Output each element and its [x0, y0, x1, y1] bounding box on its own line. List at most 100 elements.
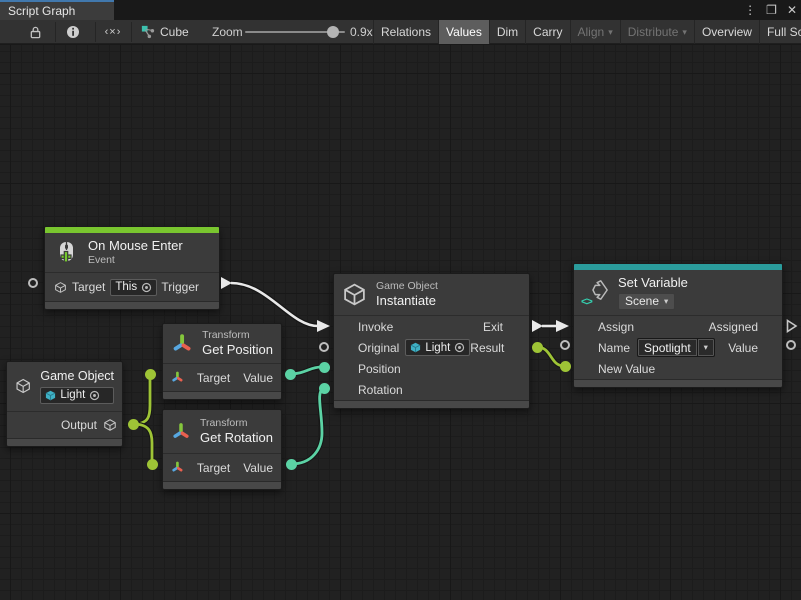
object-picker-icon[interactable]: [141, 282, 152, 293]
node-footer: [45, 301, 219, 309]
values-button[interactable]: Values: [438, 20, 489, 44]
toolbar-divider: [131, 22, 132, 42]
node-footer: [163, 391, 281, 399]
assigned-port-label: Assigned: [709, 320, 758, 334]
assign-port-label: Assign: [598, 320, 634, 334]
tab-title: Script Graph: [8, 4, 75, 18]
position-port-label: Position: [358, 362, 401, 376]
set-variable-icon: <>: [582, 279, 609, 306]
port-set-variable-value-out[interactable]: [786, 340, 796, 350]
original-port-label: Original: [358, 341, 399, 355]
original-value-field[interactable]: Light: [405, 339, 470, 356]
node-footer: [163, 481, 281, 489]
node-title: On Mouse Enter: [88, 238, 183, 254]
chevron-down-icon: ▾: [608, 27, 613, 38]
wire-output-to-get-rotation-target: [133, 424, 152, 464]
game-object-value-field[interactable]: Light: [40, 387, 114, 404]
toolbar-divider: [95, 22, 96, 42]
node-get-rotation[interactable]: Transform Get Rotation Target Value: [162, 409, 282, 490]
relations-button[interactable]: Relations: [373, 20, 438, 44]
zoom-label: Zoom: [212, 20, 243, 44]
window-controls: ⋮ ❐ ✕: [744, 0, 797, 20]
node-footer: [334, 400, 529, 408]
node-header: Game Object Light: [7, 362, 122, 411]
object-picker-icon[interactable]: [454, 342, 465, 353]
output-port-label: Output: [61, 418, 97, 432]
trigger-port-label: Trigger: [161, 280, 199, 294]
port-on-mouse-enter-target-in[interactable]: [28, 278, 38, 288]
dim-button[interactable]: Dim: [489, 20, 525, 44]
graph-canvas[interactable]: On Mouse Enter Event Target This Trigger: [0, 45, 801, 600]
wire-exit-to-assign: [532, 320, 569, 332]
graph-toolbar: ‹×› Cube Zoom 0.9x Relations Values Dim …: [0, 20, 801, 44]
node-instantiate[interactable]: Game Object Instantiate Invoke Exit Orig…: [333, 273, 530, 409]
target-port-label: Target: [197, 461, 230, 475]
port-get-rotation-value-out[interactable]: [286, 459, 297, 470]
game-object-icon: [45, 390, 56, 401]
fullscreen-button[interactable]: Full Screen: [759, 20, 801, 44]
result-port-label: Result: [470, 341, 504, 355]
node-get-position[interactable]: Transform Get Position Target Value: [162, 323, 282, 400]
port-set-variable-name-in[interactable]: [560, 340, 570, 350]
toolbar-divider: [55, 22, 56, 42]
mouse-event-icon: [53, 240, 79, 266]
code-view-icon[interactable]: ‹×›: [100, 20, 126, 44]
cube-icon: [54, 281, 67, 294]
lock-icon[interactable]: [25, 20, 45, 44]
graph-icon: [141, 25, 155, 39]
node-set-variable[interactable]: <> Set Variable Scene ▾ Assign Assigned: [573, 263, 783, 388]
node-game-object-literal[interactable]: Game Object Light Output: [6, 361, 123, 447]
port-set-variable-assigned-out[interactable]: [786, 319, 798, 338]
node-title: Get Position: [202, 342, 273, 358]
close-icon[interactable]: ✕: [787, 0, 797, 20]
chevron-down-icon[interactable]: ▾: [698, 338, 715, 357]
transform-icon: [171, 371, 184, 384]
overview-button[interactable]: Overview: [694, 20, 759, 44]
node-title: Set Variable: [618, 275, 688, 291]
node-title: Game Object: [40, 369, 114, 385]
port-instantiate-original-in[interactable]: [319, 342, 329, 352]
value-port-label: Value: [243, 461, 273, 475]
node-header: Transform Get Position: [163, 324, 281, 363]
node-on-mouse-enter[interactable]: On Mouse Enter Event Target This Trigger: [44, 226, 220, 310]
port-instantiate-result-out[interactable]: [532, 342, 543, 353]
variable-scope-dropdown[interactable]: Scene ▾: [618, 293, 675, 310]
tab-bar: Script Graph ⋮ ❐ ✕: [0, 0, 801, 20]
maximize-icon[interactable]: ❐: [766, 0, 777, 20]
node-header: Game Object Instantiate: [334, 274, 529, 315]
info-icon[interactable]: [63, 20, 83, 44]
port-game-object-output-out[interactable]: [128, 419, 139, 430]
cube-icon: [15, 374, 31, 398]
node-category: Transform: [200, 417, 273, 430]
node-category: Game Object: [376, 280, 438, 293]
port-set-variable-new-value-in[interactable]: [560, 361, 571, 372]
port-get-position-value-out[interactable]: [285, 369, 296, 380]
object-picker-icon[interactable]: [89, 390, 100, 401]
port-instantiate-rotation-in[interactable]: [319, 383, 330, 394]
align-button[interactable]: Align▾: [570, 20, 620, 44]
wire-get-rotation-value-to-rotation: [291, 388, 323, 464]
name-port-label: Name: [598, 341, 630, 355]
variable-name-dropdown[interactable]: Spotlight ▾: [637, 338, 715, 357]
graph-name: Cube: [160, 25, 189, 39]
node-category: Transform: [202, 329, 273, 342]
target-port-label: Target: [72, 280, 105, 294]
distribute-button[interactable]: Distribute▾: [620, 20, 694, 44]
port-get-position-target-in[interactable]: [145, 369, 156, 380]
menu-icon[interactable]: ⋮: [744, 0, 756, 20]
graph-breadcrumb[interactable]: Cube: [141, 20, 189, 44]
toolbar-buttons: Relations Values Dim Carry Align▾ Distri…: [373, 20, 801, 44]
chevron-down-icon: ▾: [682, 27, 687, 38]
node-header: On Mouse Enter Event: [45, 233, 219, 272]
port-get-rotation-target-in[interactable]: [147, 459, 158, 470]
node-header: <> Set Variable Scene ▾: [574, 270, 782, 315]
node-header: Transform Get Rotation: [163, 410, 281, 453]
carry-button[interactable]: Carry: [525, 20, 569, 44]
transform-icon: [171, 332, 193, 356]
node-footer: [574, 379, 782, 387]
port-instantiate-position-in[interactable]: [319, 362, 330, 373]
target-value-field[interactable]: This: [110, 279, 157, 296]
node-footer: [7, 438, 122, 446]
tab-script-graph[interactable]: Script Graph: [0, 0, 114, 20]
zoom-slider-handle[interactable]: [327, 26, 339, 38]
